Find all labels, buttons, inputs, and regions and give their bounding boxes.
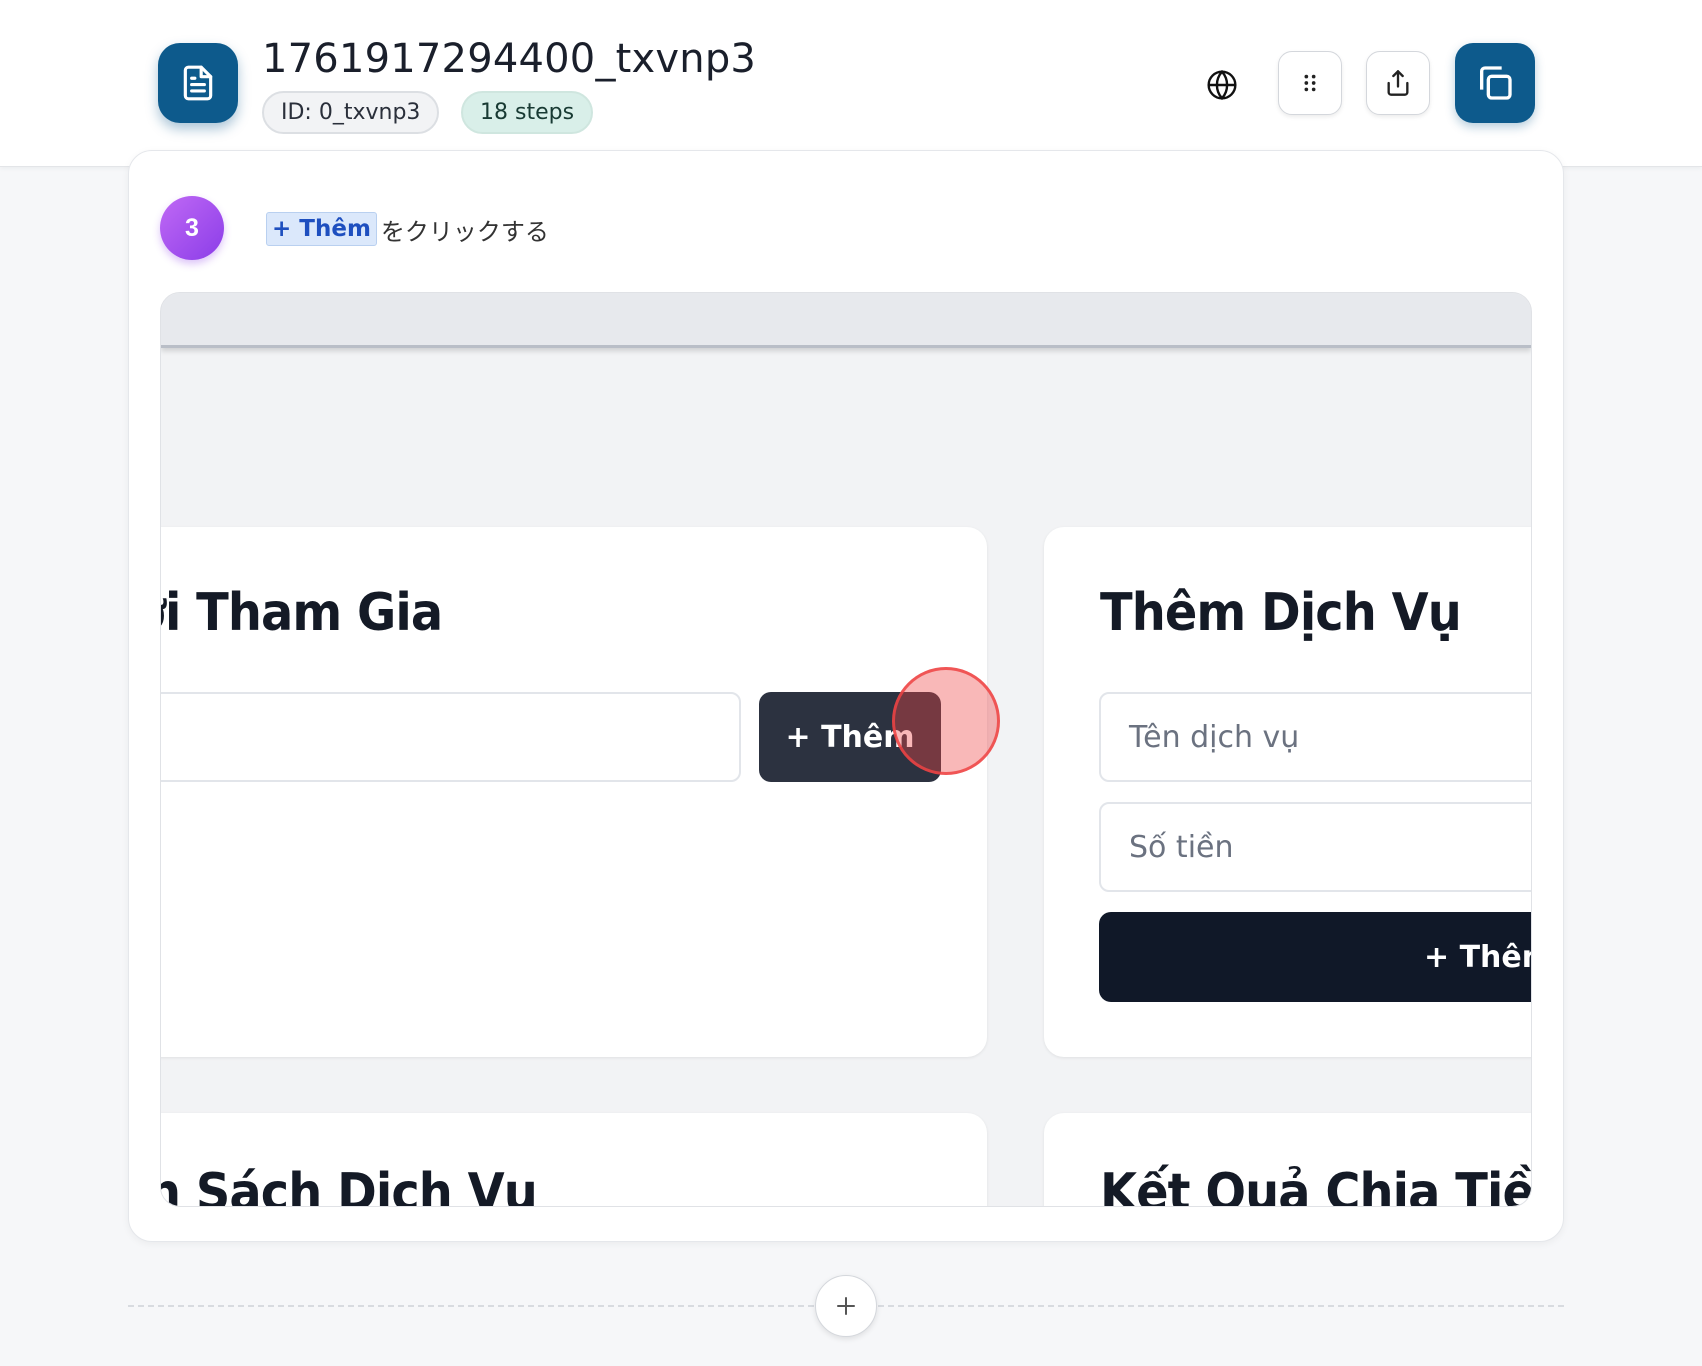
target-element-chip: + Thêm <box>266 212 377 246</box>
add-step-button[interactable] <box>815 1275 877 1337</box>
service-list-card: n Sách Dịch Vụ <box>160 1113 987 1207</box>
copy-icon <box>1480 66 1512 100</box>
step-number-badge: 3 <box>160 196 224 260</box>
step-description: + Thêm をクリックする <box>266 211 549 247</box>
globe-icon[interactable] <box>1203 66 1241 104</box>
step-screenshot: ời Tham Gia + Thêm Thêm Dịch Vụ Tên dịch… <box>160 292 1532 1207</box>
participants-card: ời Tham Gia + Thêm <box>160 527 987 1057</box>
drag-handle-button[interactable] <box>1278 51 1342 115</box>
service-list-title: n Sách Dịch Vụ <box>160 1163 538 1207</box>
split-result-card: Kết Quả Chia Tiền <box>1044 1113 1532 1207</box>
participants-title: ời Tham Gia <box>160 583 443 643</box>
split-result-title: Kết Quả Chia Tiền <box>1100 1163 1532 1207</box>
click-indicator <box>892 667 1000 775</box>
document-title: 1761917294400_txvnp3 <box>262 36 757 82</box>
plus-icon <box>837 1297 855 1315</box>
steps-badge: 18 steps <box>461 91 594 134</box>
amount-input[interactable]: Số tiền <box>1099 802 1531 892</box>
document-icon <box>158 43 238 123</box>
share-icon <box>1387 70 1409 96</box>
drag-grid-icon <box>1304 74 1316 92</box>
add-service-button[interactable]: + Thêm <box>1099 912 1531 1002</box>
participant-name-input[interactable] <box>161 692 741 782</box>
id-badge: ID: 0_txvnp3 <box>262 91 440 134</box>
copy-button[interactable] <box>1455 43 1535 123</box>
screenshot-topbar <box>161 293 1531 348</box>
add-service-title: Thêm Dịch Vụ <box>1100 583 1462 643</box>
share-button[interactable] <box>1366 51 1430 115</box>
service-name-input[interactable]: Tên dịch vụ <box>1099 692 1531 782</box>
step-action-text: をクリックする <box>380 217 549 246</box>
add-service-card: Thêm Dịch Vụ Tên dịch vụ Số tiền + Thêm <box>1044 527 1531 1057</box>
app-header: 1761917294400_txvnp3 ID: 0_txvnp3 18 ste… <box>0 0 1702 167</box>
